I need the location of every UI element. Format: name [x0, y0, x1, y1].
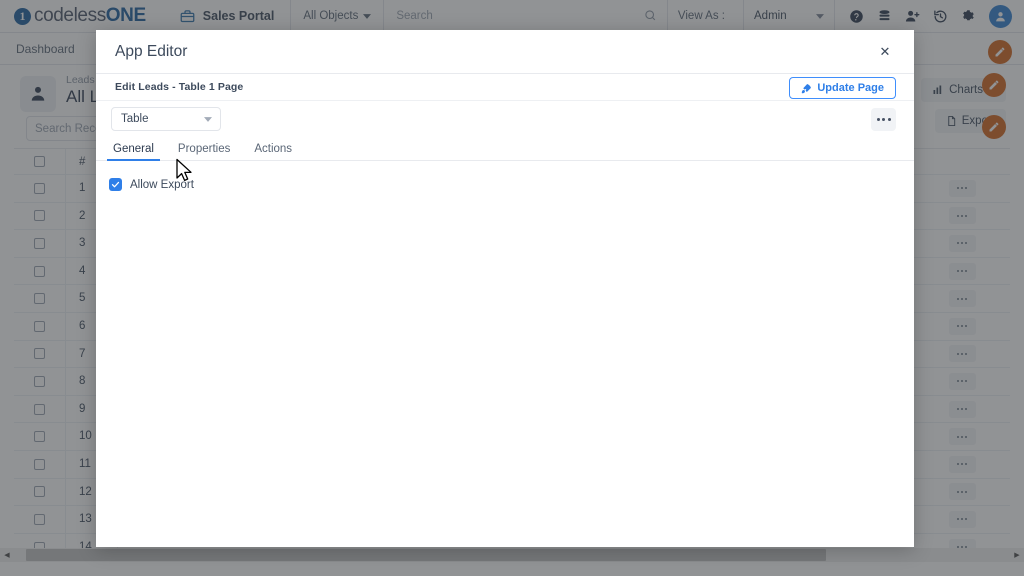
- component-type-select[interactable]: Table: [111, 107, 221, 131]
- tab-general[interactable]: General: [101, 143, 166, 161]
- rocket-icon: [802, 83, 812, 93]
- allow-export-checkbox[interactable]: [109, 178, 122, 191]
- check-icon: [111, 181, 120, 188]
- dot: [876, 117, 880, 121]
- modal-header: App Editor ✕: [96, 30, 914, 74]
- tab-properties[interactable]: Properties: [166, 143, 242, 160]
- modal-title: App Editor: [115, 42, 188, 60]
- more-options-button[interactable]: [871, 107, 896, 131]
- modal-select-bar: Table: [96, 101, 914, 137]
- option-row: Allow Export: [96, 178, 914, 191]
- update-page-button[interactable]: Update Page: [789, 77, 896, 99]
- modal-tabs: General Properties Actions: [96, 137, 914, 161]
- option-label: Allow Export: [130, 178, 194, 191]
- component-type-value: Table: [121, 113, 149, 125]
- dot: [887, 117, 891, 121]
- modal-body: Allow Export: [96, 161, 914, 547]
- close-icon[interactable]: ✕: [874, 41, 896, 63]
- modal-options-list: Allow Export: [96, 178, 914, 191]
- update-page-label: Update Page: [817, 82, 884, 94]
- dot: [882, 117, 885, 121]
- modal-breadcrumb-bar: Edit Leads - Table 1 Page Update Page: [96, 74, 914, 101]
- chevron-down-icon: [204, 116, 212, 122]
- tab-actions[interactable]: Actions: [242, 143, 304, 160]
- breadcrumb: Edit Leads - Table 1 Page: [115, 81, 244, 93]
- app-editor-modal: App Editor ✕ Edit Leads - Table 1 Page U…: [96, 30, 914, 547]
